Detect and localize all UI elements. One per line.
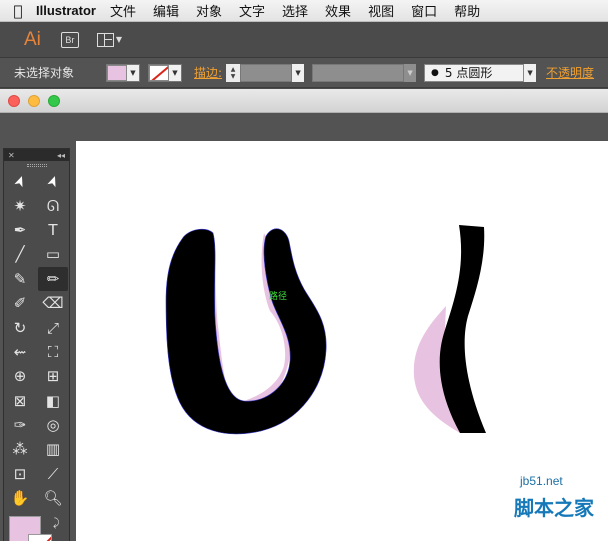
- pen-tool-icon[interactable]: ✒: [5, 218, 35, 242]
- column-graph-tool-icon[interactable]: ▥: [38, 437, 68, 461]
- chevron-down-icon[interactable]: ▼: [404, 63, 417, 82]
- symbol-sprayer-tool-icon[interactable]: ⁂: [5, 437, 35, 461]
- maximize-window-button[interactable]: [48, 94, 60, 107]
- opacity-panel-link[interactable]: 不透明度: [546, 64, 594, 81]
- brush-definition-dropdown[interactable]: ● 5 点圆形: [424, 63, 525, 82]
- chevron-down-icon: ▼: [115, 35, 123, 44]
- layout-grid-icon: [96, 32, 114, 47]
- pencil-tool-icon[interactable]: ✏: [38, 266, 68, 291]
- stroke-weight-dropdown[interactable]: ▼: [292, 63, 305, 82]
- minimize-window-button[interactable]: [28, 94, 40, 107]
- application-bar: Ai Br ▼: [0, 22, 608, 58]
- apple-logo-icon[interactable]: : [0, 2, 36, 20]
- u-shape-black-stroke: [165, 228, 327, 435]
- stroke-panel-link[interactable]: 描边:: [194, 64, 222, 81]
- chevron-down-icon[interactable]: ▼: [524, 63, 537, 82]
- slice-tool-icon[interactable]: ⟋: [38, 462, 68, 486]
- paintbrush-tool-icon[interactable]: ✎: [5, 267, 35, 291]
- menu-edit[interactable]: 编辑: [153, 1, 179, 20]
- menu-type[interactable]: 文字: [239, 1, 265, 20]
- scale-tool-icon[interactable]: ⤢: [38, 315, 68, 339]
- artboard-tool-icon[interactable]: ⊡: [5, 462, 35, 486]
- bridge-button[interactable]: Br: [60, 31, 79, 48]
- tools-panel-header[interactable]: ✕ ◂◂: [4, 149, 69, 161]
- line-segment-tool-icon[interactable]: ╱: [5, 242, 35, 266]
- hand-tool-icon[interactable]: ✋: [5, 486, 35, 510]
- eyedropper-tool-icon[interactable]: ✑: [5, 413, 35, 437]
- rectangle-tool-icon[interactable]: ▭: [38, 242, 68, 266]
- fill-swatch: [107, 64, 127, 81]
- mesh-tool-icon[interactable]: ⊠: [5, 389, 35, 413]
- menu-object[interactable]: 对象: [196, 1, 222, 20]
- menu-window[interactable]: 窗口: [411, 1, 437, 20]
- rotate-tool-icon[interactable]: ↻: [5, 315, 35, 339]
- gradient-tool-icon[interactable]: ◧: [38, 389, 68, 413]
- width-tool-icon[interactable]: ⇜: [5, 340, 35, 364]
- free-transform-tool-icon[interactable]: ⛶: [38, 340, 68, 364]
- menu-file[interactable]: 文件: [110, 1, 136, 20]
- brush-label: 5 点圆形: [444, 66, 493, 80]
- collapse-icon[interactable]: ◂◂: [57, 151, 65, 160]
- chevron-down-icon: ▼: [169, 64, 181, 81]
- selection-status: 未选择对象: [14, 66, 75, 80]
- blob-brush-tool-icon[interactable]: ✐: [5, 291, 35, 315]
- perspective-grid-tool-icon[interactable]: ⊞: [38, 364, 68, 388]
- watermark-url: jb51.net: [520, 474, 563, 488]
- illustrator-logo: Ai: [24, 28, 41, 50]
- stroke-color-dropdown[interactable]: ▼: [148, 63, 182, 82]
- menu-bar:  Illustrator 文件 编辑 对象 文字 选择 效果 视图 窗口 帮助: [0, 0, 608, 22]
- chevron-down-icon: ▼: [127, 64, 139, 81]
- fill-stroke-controls: ⤸: [4, 514, 69, 541]
- fill-color-dropdown[interactable]: ▼: [106, 63, 140, 82]
- tool-grid: ➤ ➤ ✷ ᘏ ✒ T ╱ ▭ ✎ ✏ ✐ ⌫ ↻ ⤢ ⇜ ⛶ ⊕ ⊞ ⊠ ◧ ✑ ◎ ⁂ ▥ ⊡ ⟋ ✋ 🔍︎: [4, 169, 69, 510]
- watermark-site-name: 脚本之家: [514, 496, 594, 520]
- close-window-button[interactable]: [8, 94, 20, 107]
- shape-builder-tool-icon[interactable]: ⊕: [5, 364, 35, 388]
- variable-width-profile[interactable]: [312, 63, 405, 82]
- stroke-none-swatch: [149, 64, 169, 81]
- stroke-weight-field[interactable]: [240, 63, 293, 82]
- arrange-documents-button[interactable]: ▼: [96, 32, 123, 47]
- stroke-color-swatch[interactable]: [28, 534, 52, 541]
- zoom-tool-icon[interactable]: 🔍︎: [38, 486, 68, 510]
- menu-view[interactable]: 视图: [368, 1, 394, 20]
- control-bar: 未选择对象 ▼ ▼ 描边: ▲ ▼ ▼ ▼ ● 5 点圆形 ▼ 不透明度: [0, 58, 608, 88]
- tools-panel: ✕ ◂◂ ➤ ➤ ✷ ᘏ ✒ T ╱ ▭ ✎ ✏ ✐ ⌫ ↻ ⤢ ⇜ ⛶ ⊕ ⊞ ⊠ ◧ ✑ ◎ ⁂ ▥ ⊡ ⟋ ✋ 🔍︎ ⤸: [3, 148, 70, 541]
- watermark: jb51.net 脚本之家: [468, 470, 608, 541]
- menu-select[interactable]: 选择: [282, 1, 308, 20]
- eraser-tool-icon[interactable]: ⌫: [38, 291, 68, 315]
- app-menu[interactable]: Illustrator: [36, 3, 96, 18]
- blend-tool-icon[interactable]: ◎: [38, 413, 68, 437]
- brush-dot-icon: ●: [431, 67, 439, 78]
- right-shape-black-stroke: [439, 225, 486, 433]
- menu-help[interactable]: 帮助: [454, 1, 480, 20]
- swap-fill-stroke-icon[interactable]: ⤸: [53, 516, 60, 530]
- path-hint-label: 路径: [269, 292, 288, 302]
- type-tool-icon[interactable]: T: [38, 218, 68, 242]
- close-icon[interactable]: ✕: [8, 151, 15, 160]
- stroke-weight-stepper[interactable]: ▲ ▼: [226, 63, 241, 82]
- menu-effect[interactable]: 效果: [325, 1, 351, 20]
- window-title-bar: [0, 89, 608, 113]
